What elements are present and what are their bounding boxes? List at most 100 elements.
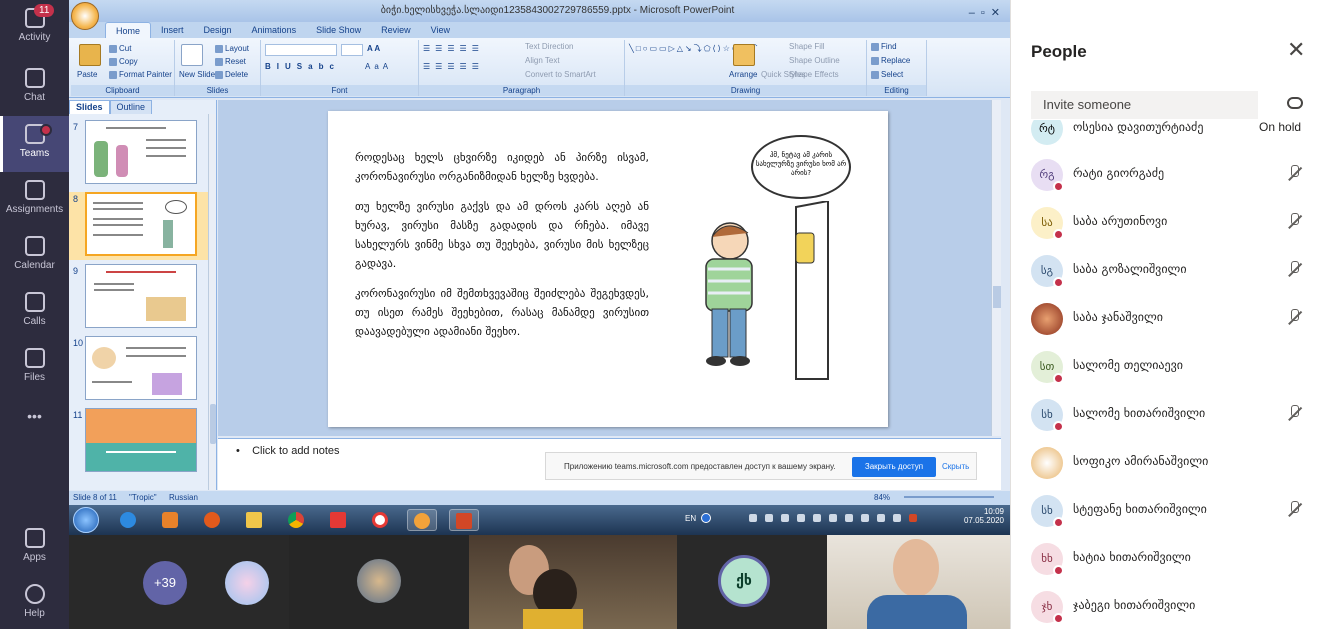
rail-apps[interactable]: Apps xyxy=(0,520,69,576)
participant-row[interactable]: სა საბა არუთინოვი xyxy=(1011,198,1335,246)
participant-row[interactable]: სთ სალომე თელიაევი xyxy=(1011,342,1335,390)
slide-thumbnail-selected[interactable]: 8 xyxy=(69,192,209,260)
participant-row[interactable]: ხხ ხატია ხითარიშვილი xyxy=(1011,534,1335,582)
participant-row[interactable]: სგ საბა გოზალიშვილი xyxy=(1011,246,1335,294)
zoom-level[interactable]: 84% xyxy=(874,493,890,502)
participant-row[interactable]: სხ სალომე ხითარიშვილი xyxy=(1011,390,1335,438)
slide-thumbnail[interactable]: 7 xyxy=(69,120,209,188)
rail-calendar[interactable]: Calendar xyxy=(0,228,69,284)
taskbar-ie[interactable] xyxy=(113,509,143,531)
participant-avatar[interactable] xyxy=(225,561,269,605)
input-language[interactable]: EN xyxy=(685,514,696,523)
rail-files[interactable]: Files xyxy=(0,340,69,396)
link-icon[interactable] xyxy=(1287,97,1303,109)
overflow-tile[interactable]: +39 xyxy=(69,535,289,629)
font-name-select[interactable] xyxy=(265,44,337,56)
notes-pane[interactable]: • Click to add notes Приложению teams.mi… xyxy=(218,438,1001,490)
close-icon[interactable]: ✕ xyxy=(1287,40,1305,62)
taskbar-firefox[interactable] xyxy=(197,509,227,531)
format-painter-button[interactable]: Format Painter xyxy=(109,70,172,79)
layout-button[interactable]: Layout xyxy=(215,44,249,53)
rail-chat[interactable]: Chat xyxy=(0,60,69,116)
align-buttons[interactable]: ☰☰☰☰☰ xyxy=(423,62,484,71)
participant-row[interactable]: საბა ჯანაშვილი xyxy=(1011,294,1335,342)
office-button[interactable] xyxy=(71,2,99,30)
slide-body-text[interactable]: როდესაც ხელს ცხვირზე იკიდებ ან პირზე ისვ… xyxy=(355,148,649,352)
align-text-button[interactable]: Align Text xyxy=(525,56,560,65)
tab-slide-show[interactable]: Slide Show xyxy=(306,22,371,38)
taskbar-yandex-browser[interactable] xyxy=(365,509,395,531)
taskbar-chrome[interactable] xyxy=(281,509,311,531)
participant-video[interactable] xyxy=(827,535,1010,629)
tray-icon[interactable] xyxy=(861,514,869,522)
tray-icon[interactable] xyxy=(845,514,853,522)
select-button[interactable]: Select xyxy=(871,70,903,79)
paste-button[interactable]: Paste xyxy=(77,70,97,79)
convert-smartart-button[interactable]: Convert to SmartArt xyxy=(525,70,596,79)
taskbar-yandex[interactable] xyxy=(323,509,353,531)
slide-thumbnail[interactable]: 11 xyxy=(69,408,209,476)
font-size-select[interactable] xyxy=(341,44,363,56)
list-buttons[interactable]: ☰☰☰☰☰ xyxy=(423,44,484,53)
participant-row[interactable]: ჯხ ჯაბეგი ხითარიშვილი xyxy=(1011,582,1335,629)
current-slide[interactable]: როდესაც ხელს ცხვირზე იკიდებ ან პირზე ისვ… xyxy=(328,111,888,427)
shape-outline-button[interactable]: Shape Outline xyxy=(789,56,840,65)
tray-icon[interactable] xyxy=(749,514,757,522)
start-button[interactable] xyxy=(73,507,99,533)
taskbar-powerpoint[interactable] xyxy=(449,509,479,531)
stop-sharing-button[interactable]: Закрыть доступ xyxy=(852,457,936,477)
slide-thumbnail[interactable]: 9 xyxy=(69,264,209,332)
tab-animations[interactable]: Animations xyxy=(242,22,307,38)
window-controls[interactable]: –▫✕ xyxy=(969,2,1006,24)
participant-tile[interactable] xyxy=(289,535,469,629)
tab-outline[interactable]: Outline xyxy=(109,100,153,114)
clock[interactable]: 10:09 07.05.2020 xyxy=(964,507,1004,525)
overflow-count[interactable]: +39 xyxy=(143,561,187,605)
tray-icon[interactable] xyxy=(877,514,885,522)
font-color-buttons[interactable]: AaA xyxy=(365,62,392,71)
rail-activity[interactable]: 11 Activity xyxy=(0,0,69,56)
tab-insert[interactable]: Insert xyxy=(151,22,194,38)
volume-icon[interactable] xyxy=(781,514,789,522)
tab-design[interactable]: Design xyxy=(194,22,242,38)
zoom-slider[interactable] xyxy=(904,496,994,498)
participant-video[interactable] xyxy=(469,535,677,629)
new-slide-button[interactable]: New Slide xyxy=(179,70,215,79)
copy-button[interactable]: Copy xyxy=(109,57,138,66)
rail-teams[interactable]: Teams xyxy=(0,116,69,172)
help-icon[interactable] xyxy=(701,513,711,523)
tab-slides[interactable]: Slides xyxy=(69,100,110,114)
tray-icon[interactable] xyxy=(829,514,837,522)
font-format-buttons[interactable]: BIUSabc xyxy=(265,62,340,71)
taskbar-explorer[interactable] xyxy=(239,509,269,531)
tab-review[interactable]: Review xyxy=(371,22,421,38)
pdf-icon[interactable] xyxy=(909,514,917,522)
tray-icon[interactable] xyxy=(893,514,901,522)
replace-button[interactable]: Replace xyxy=(871,56,910,65)
reset-button[interactable]: Reset xyxy=(215,57,246,66)
participant-row[interactable]: რტ ოსესია დავითურტიაძე On hold xyxy=(1011,120,1335,152)
tray-icon[interactable] xyxy=(813,514,821,522)
find-button[interactable]: Find xyxy=(871,42,897,51)
rail-assignments[interactable]: Assignments xyxy=(0,172,69,228)
taskbar-media-player[interactable] xyxy=(155,509,185,531)
slide-vertical-scrollbar[interactable] xyxy=(991,100,1001,436)
network-icon[interactable] xyxy=(765,514,773,522)
rail-calls[interactable]: Calls xyxy=(0,284,69,340)
slides-pane-scrollbar[interactable] xyxy=(208,114,216,490)
invite-input[interactable]: Invite someone xyxy=(1031,91,1258,119)
tab-home[interactable]: Home xyxy=(105,22,152,38)
text-direction-button[interactable]: Text Direction xyxy=(525,42,573,51)
arrange-button[interactable]: Arrange xyxy=(729,70,757,79)
tab-view[interactable]: View xyxy=(421,22,460,38)
slide-thumbnail[interactable]: 10 xyxy=(69,336,209,404)
participant-row[interactable]: სხ სტეფანე ხითარიშვილი xyxy=(1011,486,1335,534)
cut-button[interactable]: Cut xyxy=(109,44,131,53)
shape-fill-button[interactable]: Shape Fill xyxy=(789,42,825,51)
grow-font-button[interactable]: A A xyxy=(367,44,380,53)
rail-more[interactable]: ••• xyxy=(0,408,69,464)
taskbar-app-active[interactable] xyxy=(407,509,437,531)
shape-effects-button[interactable]: Shape Effects xyxy=(789,70,839,79)
delete-slide-button[interactable]: Delete xyxy=(215,70,248,79)
rail-help[interactable]: Help xyxy=(0,576,69,629)
